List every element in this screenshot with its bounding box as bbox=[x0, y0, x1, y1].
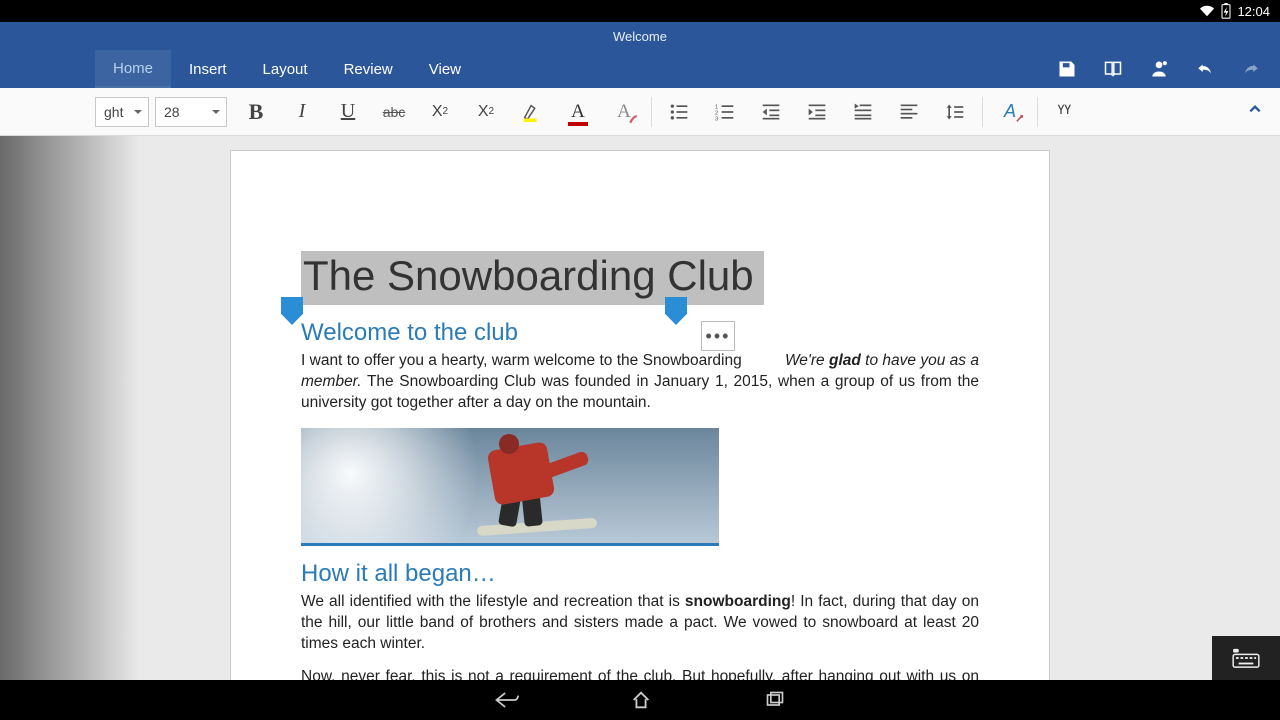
find-button[interactable] bbox=[1042, 92, 1088, 132]
document-title: Welcome bbox=[613, 29, 667, 44]
tab-home[interactable]: Home bbox=[95, 50, 171, 88]
tab-view[interactable]: View bbox=[411, 50, 479, 88]
title-bar: Welcome bbox=[0, 22, 1280, 50]
collapse-ribbon-button[interactable] bbox=[1248, 102, 1262, 121]
wifi-icon bbox=[1199, 4, 1215, 18]
document-canvas[interactable]: The Snowboarding Club ••• Welcome to the… bbox=[0, 136, 1280, 680]
font-color-button[interactable]: A bbox=[555, 92, 601, 132]
heading-welcome[interactable]: Welcome to the club bbox=[301, 319, 979, 347]
selection-handle-start[interactable] bbox=[281, 297, 303, 325]
bullets-button[interactable] bbox=[656, 92, 702, 132]
alignment-button[interactable] bbox=[886, 92, 932, 132]
home-button[interactable] bbox=[629, 689, 653, 711]
left-vignette bbox=[0, 136, 140, 680]
increase-indent-button[interactable] bbox=[794, 92, 840, 132]
line-spacing-button[interactable] bbox=[932, 92, 978, 132]
android-status-bar: 12:04 bbox=[0, 0, 1280, 22]
context-menu-button[interactable]: ••• bbox=[701, 321, 735, 351]
subscript-button[interactable]: X2 bbox=[417, 92, 463, 132]
styles-button[interactable]: A bbox=[987, 92, 1033, 132]
recent-apps-button[interactable] bbox=[763, 690, 787, 710]
reading-view-icon[interactable] bbox=[1102, 58, 1124, 80]
numbering-button[interactable]: 123 bbox=[702, 92, 748, 132]
superscript-button[interactable]: X2 bbox=[463, 92, 509, 132]
save-icon[interactable] bbox=[1056, 58, 1078, 80]
bold-button[interactable]: B bbox=[233, 92, 279, 132]
tab-layout[interactable]: Layout bbox=[245, 50, 326, 88]
underline-button[interactable]: U bbox=[325, 92, 371, 132]
font-name-select[interactable]: ght bbox=[95, 97, 149, 127]
svg-text:3: 3 bbox=[715, 116, 718, 122]
tab-insert[interactable]: Insert bbox=[171, 50, 245, 88]
decrease-indent-button[interactable] bbox=[748, 92, 794, 132]
font-size-select[interactable]: 28 bbox=[155, 97, 227, 127]
keyboard-toggle-button[interactable] bbox=[1212, 636, 1280, 680]
heading-began[interactable]: How it all began… bbox=[301, 560, 979, 588]
paragraph-began-1[interactable]: We all identified with the lifestyle and… bbox=[301, 592, 979, 655]
clear-formatting-button[interactable]: A bbox=[601, 92, 647, 132]
snowboard-image[interactable] bbox=[301, 428, 719, 546]
android-nav-bar bbox=[0, 680, 1280, 720]
back-button[interactable] bbox=[493, 689, 519, 711]
ribbon-tabs: Home Insert Layout Review View bbox=[0, 50, 1280, 88]
battery-charging-icon bbox=[1221, 3, 1231, 19]
doc-title-selected[interactable]: The Snowboarding Club bbox=[301, 251, 764, 305]
paragraph-began-2[interactable]: Now, never fear, this is not a requireme… bbox=[301, 667, 979, 680]
highlight-color-button[interactable] bbox=[509, 92, 555, 132]
paragraph-welcome[interactable]: I want to offer you a hearty, warm welco… bbox=[301, 351, 979, 414]
word-app: Welcome Home Insert Layout Review View g… bbox=[0, 22, 1280, 680]
share-icon[interactable] bbox=[1148, 58, 1170, 80]
redo-icon[interactable] bbox=[1240, 58, 1262, 80]
special-indent-button[interactable] bbox=[840, 92, 886, 132]
clock: 12:04 bbox=[1237, 4, 1270, 19]
italic-button[interactable]: I bbox=[279, 92, 325, 132]
formatting-toolbar: ght 28 B I U abc X2 X2 A A 123 A bbox=[0, 88, 1280, 136]
page[interactable]: The Snowboarding Club ••• Welcome to the… bbox=[230, 150, 1050, 680]
tab-review[interactable]: Review bbox=[326, 50, 411, 88]
undo-icon[interactable] bbox=[1194, 58, 1216, 80]
strikethrough-button[interactable]: abc bbox=[371, 92, 417, 132]
